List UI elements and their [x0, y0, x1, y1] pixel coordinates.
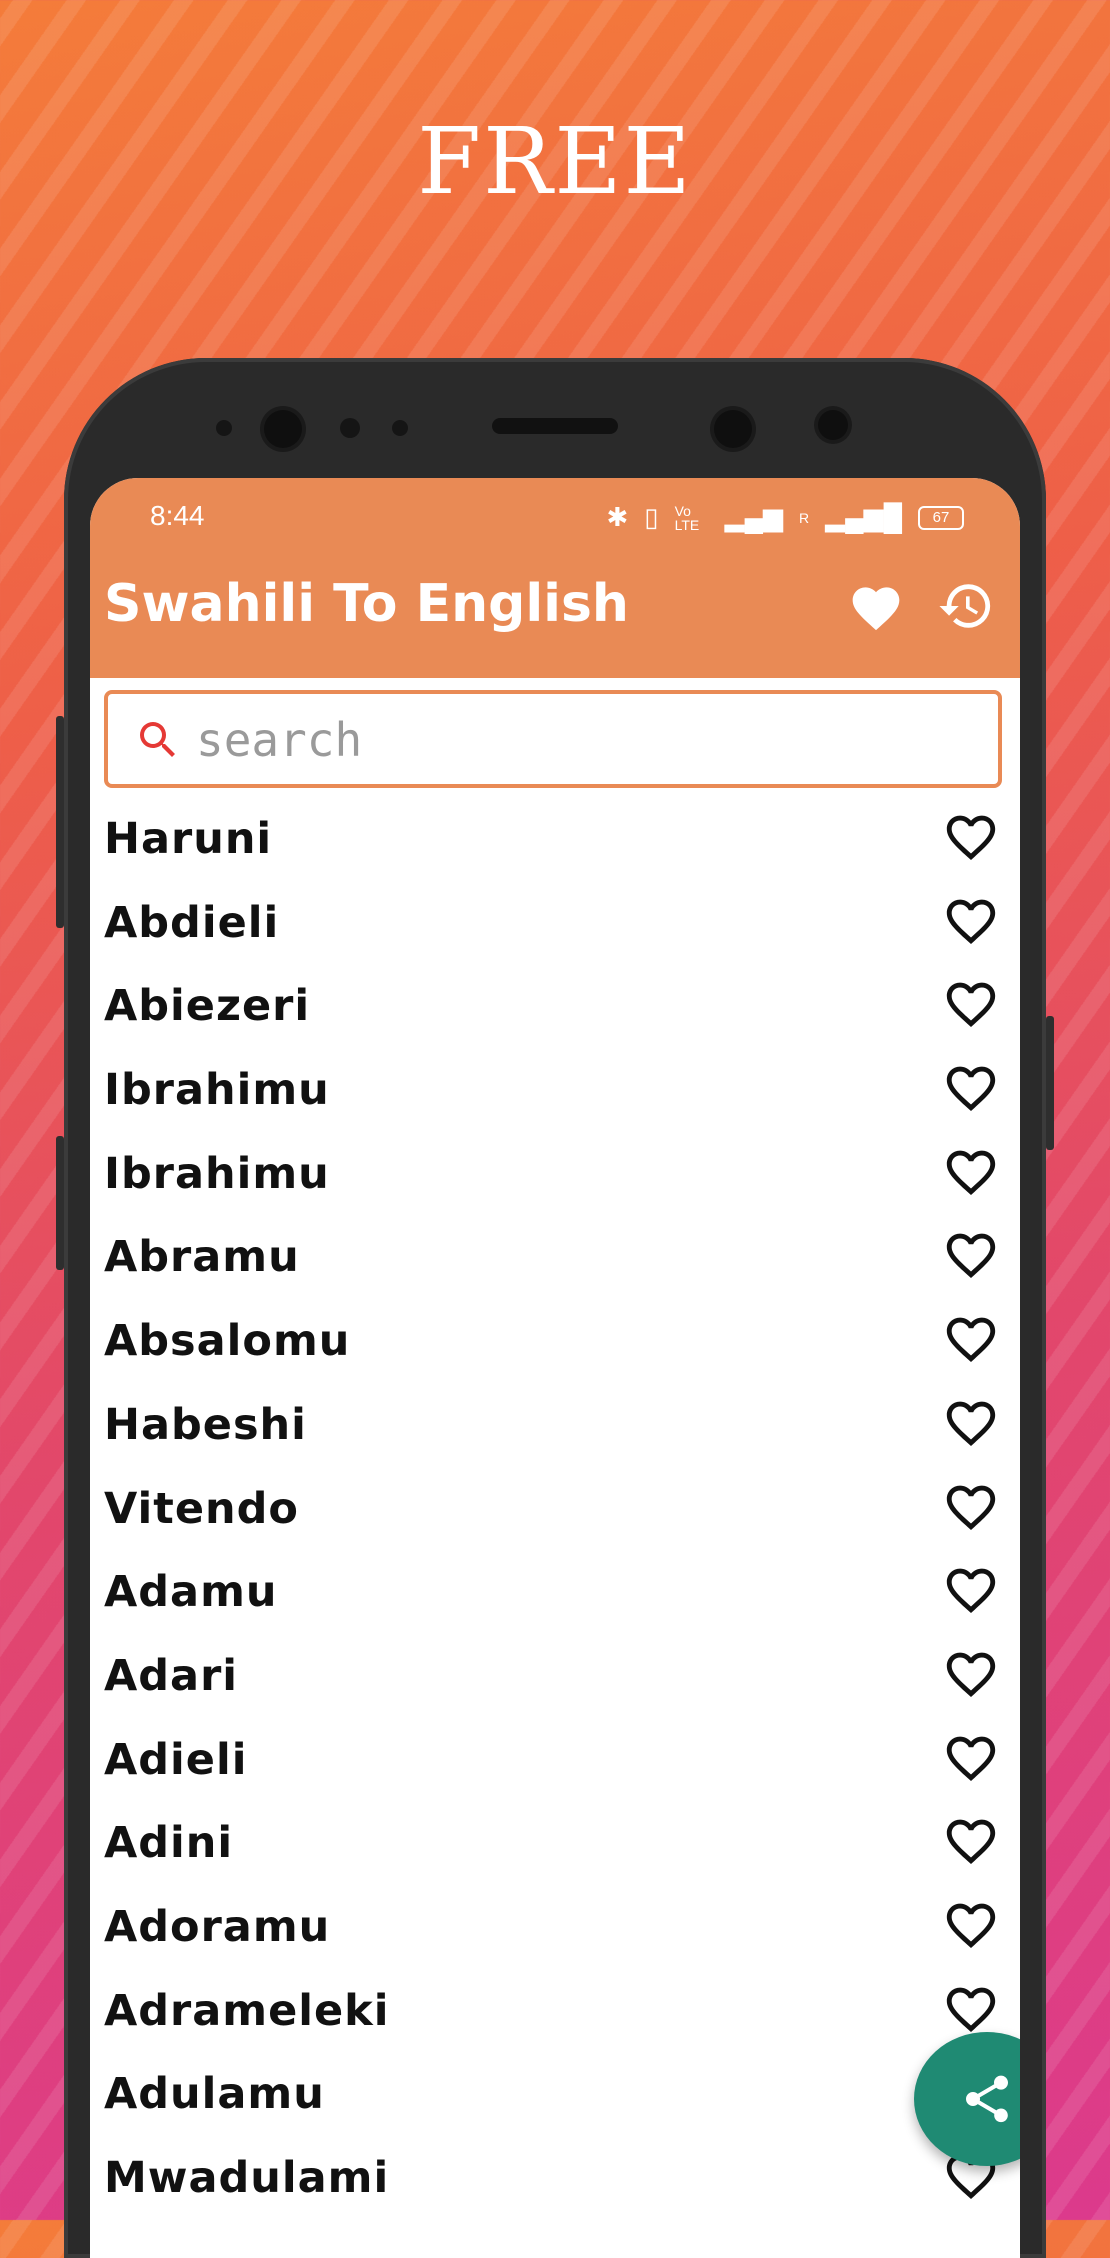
status-bar: 8:44 ✱ ▯ Vo LTE ▂▄▆ R ▂▄▆█ 67	[90, 496, 1020, 546]
word-label: Mwadulami	[104, 2153, 390, 2203]
word-label: Haruni	[104, 814, 273, 864]
signal-2-icon: ▂▄▆█	[825, 502, 902, 532]
word-label: Adari	[104, 1650, 239, 1701]
list-item[interactable]: Haruni	[90, 800, 1020, 884]
heart-outline-icon[interactable]	[942, 892, 1004, 954]
phone-side-button-left-2	[56, 1136, 64, 1270]
word-label: Abiezeri	[104, 981, 311, 1032]
list-item[interactable]: Ibrahimu	[90, 1135, 1020, 1219]
front-camera-icon	[264, 410, 302, 448]
heart-outline-icon[interactable]	[942, 1896, 1004, 1958]
app-bar: 8:44 ✱ ▯ Vo LTE ▂▄▆ R ▂▄▆█ 67 Swahili To…	[90, 478, 1020, 678]
heart-outline-icon[interactable]	[942, 808, 1004, 870]
list-item[interactable]: Abramu	[90, 1218, 1020, 1302]
word-label: Adrameleki	[104, 1985, 390, 2036]
phone-frame: 8:44 ✱ ▯ Vo LTE ▂▄▆ R ▂▄▆█ 67 Swahili To…	[56, 358, 1054, 2258]
list-item[interactable]: Adulamu	[90, 2055, 1020, 2139]
list-item[interactable]: Adini	[90, 1804, 1020, 1888]
word-label: Abdieli	[104, 897, 280, 948]
battery-icon: 67	[918, 505, 964, 530]
word-label: Absalomu	[104, 1316, 351, 1367]
list-item[interactable]: Adoramu	[90, 1888, 1020, 1972]
word-label: Adoramu	[104, 1901, 331, 1952]
list-item[interactable]: Ibrahimu	[90, 1051, 1020, 1135]
list-item[interactable]: Absalomu	[90, 1302, 1020, 1386]
word-label: Vitendo	[104, 1483, 299, 1534]
heart-outline-icon[interactable]	[942, 1812, 1004, 1874]
heart-outline-icon[interactable]	[942, 1143, 1004, 1205]
list-item[interactable]: Adamu	[90, 1553, 1020, 1637]
signal-icon: ▂▄▆	[724, 502, 784, 532]
status-icons: ✱ ▯ Vo LTE ▂▄▆ R ▂▄▆█ 67	[606, 502, 964, 533]
heart-outline-icon[interactable]	[942, 1729, 1004, 1791]
word-label: Abramu	[104, 1232, 300, 1283]
heart-outline-icon[interactable]	[942, 1478, 1004, 1540]
list-item[interactable]: Abdieli	[90, 884, 1020, 968]
word-label: Adieli	[104, 1734, 248, 1785]
list-item[interactable]: Abiezeri	[90, 967, 1020, 1051]
promo-title: FREE	[417, 108, 693, 215]
vibrate-icon: ▯	[644, 502, 659, 532]
heart-outline-icon[interactable]	[942, 1645, 1004, 1707]
proximity-sensor-icon	[340, 418, 360, 438]
phone-side-button-left-1	[56, 716, 64, 928]
word-label: Ibrahimu	[104, 1065, 330, 1116]
search-box[interactable]	[104, 690, 1002, 788]
front-flash-icon	[818, 410, 848, 440]
word-label: Adamu	[104, 1567, 278, 1618]
list-item[interactable]: Adrameleki	[90, 1972, 1020, 2056]
list-item[interactable]: Adieli	[90, 1721, 1020, 1805]
heart-filled-icon[interactable]	[846, 576, 906, 636]
word-label: Ibrahimu	[104, 1148, 330, 1199]
word-list: Haruni Abdieli Abiezeri Ibrahimu Ibrahimu Abr…	[90, 800, 1020, 2223]
heart-outline-icon[interactable]	[942, 975, 1004, 1037]
search-input[interactable]	[194, 702, 978, 778]
heart-outline-icon[interactable]	[942, 1310, 1004, 1372]
phone-side-button-right	[1046, 1016, 1054, 1150]
front-camera-2-icon	[714, 410, 752, 448]
search-icon	[134, 716, 182, 768]
front-sensor-icon	[216, 420, 232, 436]
heart-outline-icon[interactable]	[942, 1226, 1004, 1288]
app-title: Swahili To English	[104, 574, 629, 634]
earpiece-speaker	[492, 418, 618, 434]
word-label: Habeshi	[104, 1399, 307, 1450]
volte-icon: Vo LTE	[674, 502, 700, 533]
list-item[interactable]: Habeshi	[90, 1386, 1020, 1470]
word-label: Adulamu	[104, 2069, 325, 2120]
word-label: Adini	[104, 1818, 234, 1869]
history-icon[interactable]	[936, 576, 996, 636]
list-item[interactable]: Vitendo	[90, 1470, 1020, 1554]
list-item[interactable]: Mwadulami	[90, 2139, 1020, 2223]
list-item[interactable]: Adari	[90, 1637, 1020, 1721]
heart-outline-icon[interactable]	[942, 1394, 1004, 1456]
status-time: 8:44	[150, 500, 205, 531]
share-icon	[966, 2075, 1008, 2123]
app-bar-actions	[846, 576, 996, 636]
light-sensor-icon	[392, 420, 408, 436]
heart-outline-icon[interactable]	[942, 1561, 1004, 1623]
roaming-label: R	[799, 509, 810, 526]
heart-outline-icon[interactable]	[942, 1059, 1004, 1121]
phone-screen: 8:44 ✱ ▯ Vo LTE ▂▄▆ R ▂▄▆█ 67 Swahili To…	[90, 478, 1020, 2258]
bluetooth-icon: ✱	[606, 502, 629, 532]
